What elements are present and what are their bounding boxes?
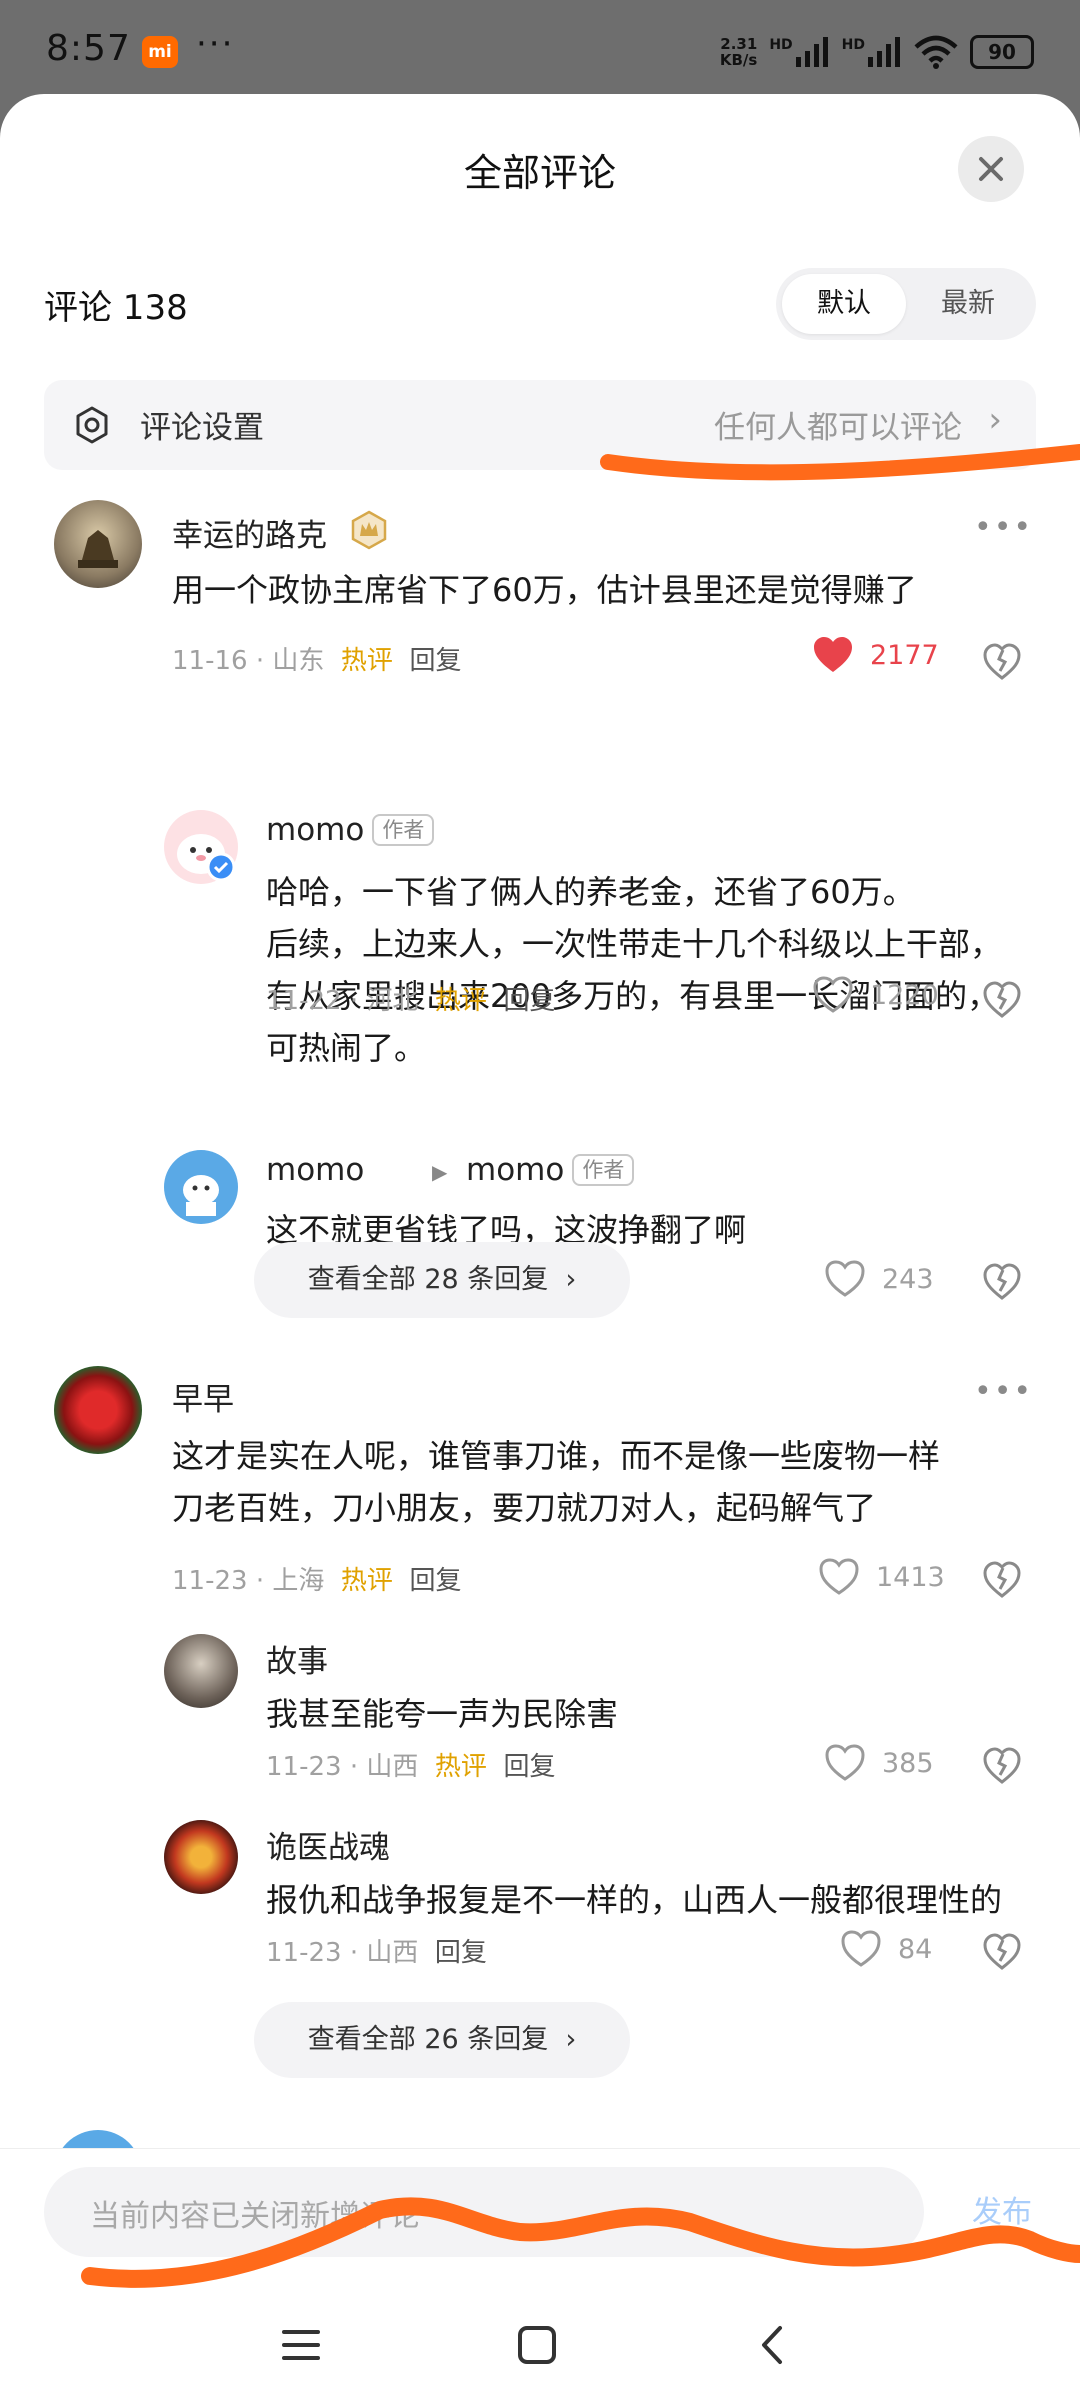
view-all-replies-button[interactable]: 查看全部 28 条回复 ›	[254, 1242, 630, 1318]
reply-link[interactable]: 回复	[435, 1938, 487, 1968]
reply-username[interactable]: momo 作者	[266, 812, 435, 848]
comment-location: 山东	[272, 646, 325, 676]
avatar[interactable]	[164, 1150, 238, 1224]
avatar[interactable]	[54, 1366, 142, 1454]
dislike-icon[interactable]	[982, 642, 1022, 682]
like-button[interactable]: 1220	[812, 976, 939, 1014]
dislike-icon[interactable]	[982, 1262, 1022, 1302]
reply-link[interactable]: 回复	[409, 646, 461, 676]
like-button[interactable]: 385	[824, 1744, 934, 1782]
status-icons: 2.31 KB/s HD HD 90	[720, 30, 1034, 74]
sheet-title: 全部评论	[463, 151, 616, 195]
reply-text: 我甚至能夸一声为民除害	[266, 1695, 619, 1733]
heart-icon	[819, 1558, 859, 1595]
sort-default-tab[interactable]: 默认	[782, 274, 906, 334]
hot-badge: 热评	[434, 1752, 487, 1782]
like-count: 1220	[870, 979, 939, 1011]
status-bar: 8:57 mi ··· 2.31 KB/s HD HD 90	[0, 0, 1080, 96]
back-icon[interactable]	[748, 2320, 798, 2370]
gear-icon	[76, 406, 108, 444]
settings-value: 任何人都可以评论	[714, 410, 962, 446]
heart-icon	[813, 976, 853, 1013]
more-options-icon[interactable]: •••	[974, 510, 1033, 545]
like-count: 2177	[870, 639, 939, 671]
comment-text: 这才是实在人呢，谁管事刀谁，而不是像一些废物一样 刀老百姓，刀小朋友，要刀就刀对…	[172, 1437, 941, 1527]
dislike-icon[interactable]	[982, 1746, 1022, 1786]
reply-text: 哈哈，一下省了俩人的养老金，还省了60万。 后续，上边来人，一次性带走十几个科级…	[266, 873, 1003, 1067]
home-icon[interactable]	[512, 2320, 562, 2370]
comment-count: 评论 138	[44, 288, 188, 328]
publish-button[interactable]: 发布	[972, 2187, 1032, 2231]
reply-link[interactable]: 回复	[409, 1566, 461, 1596]
like-count: 84	[898, 1933, 933, 1965]
hot-badge: 热评	[340, 646, 393, 676]
close-icon	[979, 157, 1003, 181]
comment-username[interactable]: 幸运的路克	[172, 510, 327, 555]
reply-meta: 11-22 · 河北 热评 回复	[266, 986, 556, 1016]
wifi-icon	[914, 35, 958, 69]
reply-meta: 11-23 · 山西 回复	[266, 1938, 487, 1968]
reply-username[interactable]: 故事	[266, 1636, 328, 1681]
comment-input-bar: 当前内容已关闭新增评论 发布	[0, 2148, 1080, 2309]
comment-username[interactable]: 早早	[172, 1374, 234, 1419]
dislike-icon[interactable]	[982, 980, 1022, 1020]
like-count: 243	[882, 1263, 934, 1295]
hot-badge: 热评	[434, 986, 487, 1016]
like-button[interactable]: 243	[824, 1260, 934, 1298]
avatar[interactable]	[164, 1634, 238, 1708]
reply-to-username[interactable]: momo 作者	[466, 1152, 635, 1188]
system-nav-bar	[0, 2290, 1080, 2400]
comment-date: 11-16	[172, 646, 248, 676]
author-badge: 作者	[572, 1154, 635, 1186]
battery-indicator: 90	[970, 35, 1034, 69]
avatar[interactable]	[54, 500, 142, 588]
avatar[interactable]	[164, 1820, 238, 1894]
reply-text: 报仇和战争报复是不一样的，山西人一般都很理性的	[266, 1881, 1003, 1919]
comment-input[interactable]: 当前内容已关闭新增评论	[44, 2167, 924, 2257]
hot-badge: 热评	[340, 1566, 393, 1596]
like-count: 1413	[876, 1561, 945, 1593]
like-button[interactable]: 84	[840, 1930, 932, 1968]
chevron-right-icon: ›	[565, 2024, 577, 2055]
close-button[interactable]	[958, 136, 1024, 202]
like-button[interactable]: 2177	[812, 636, 939, 674]
sort-latest-tab[interactable]: 最新	[906, 274, 1030, 334]
verified-badge-icon	[206, 852, 236, 882]
dislike-icon[interactable]	[982, 1560, 1022, 1600]
view-all-replies-button[interactable]: 查看全部 26 条回复 ›	[254, 2002, 630, 2078]
like-button[interactable]: 1413	[818, 1558, 945, 1596]
comment-text: 用一个政协主席省下了60万，估计县里还是觉得赚了	[172, 571, 917, 609]
reply-link[interactable]: 回复	[503, 986, 555, 1016]
reply-username[interactable]: 诡医战魂	[266, 1822, 390, 1867]
comment-input-placeholder: 当前内容已关闭新增评论	[90, 2199, 420, 2234]
comment-meta: 11-16 · 山东 热评 回复	[172, 646, 462, 676]
chevron-right-icon: ›	[988, 400, 1002, 440]
settings-label: 评论设置	[140, 410, 264, 446]
signal-icon-2: HD	[842, 37, 902, 67]
dislike-icon[interactable]	[982, 1932, 1022, 1972]
mi-app-icon: mi	[142, 36, 178, 68]
like-count: 385	[882, 1747, 934, 1779]
network-speed: 2.31 KB/s	[719, 35, 758, 69]
notification-dots: ···	[196, 24, 235, 64]
reply-username[interactable]: momo	[266, 1152, 364, 1188]
author-badge: 作者	[372, 814, 435, 846]
menu-icon[interactable]	[276, 2320, 326, 2370]
heart-icon	[825, 1744, 865, 1781]
comment-meta: 11-23 · 上海 热评 回复	[172, 1566, 462, 1596]
status-time: 8:57	[46, 28, 131, 69]
heart-icon	[825, 1260, 865, 1297]
crown-badge-icon	[351, 510, 387, 550]
comment-settings-row[interactable]: 评论设置 任何人都可以评论 ›	[44, 380, 1036, 470]
heart-icon	[841, 1930, 881, 1967]
sort-toggle: 默认 最新	[776, 268, 1036, 340]
more-options-icon[interactable]: •••	[974, 1374, 1033, 1409]
chevron-right-icon: ›	[565, 1264, 577, 1295]
signal-icon: HD	[769, 37, 829, 67]
reply-to-arrow-icon: ▶	[432, 1160, 448, 1184]
heart-filled-icon	[814, 637, 852, 672]
comments-sheet: 全部评论 评论 138 默认 最新 评论设置 任何人都可以评论 › 幸运的路克 …	[0, 94, 1080, 2400]
reply-link[interactable]: 回复	[503, 1752, 555, 1782]
reply-meta: 11-23 · 山西 热评 回复	[266, 1752, 556, 1782]
